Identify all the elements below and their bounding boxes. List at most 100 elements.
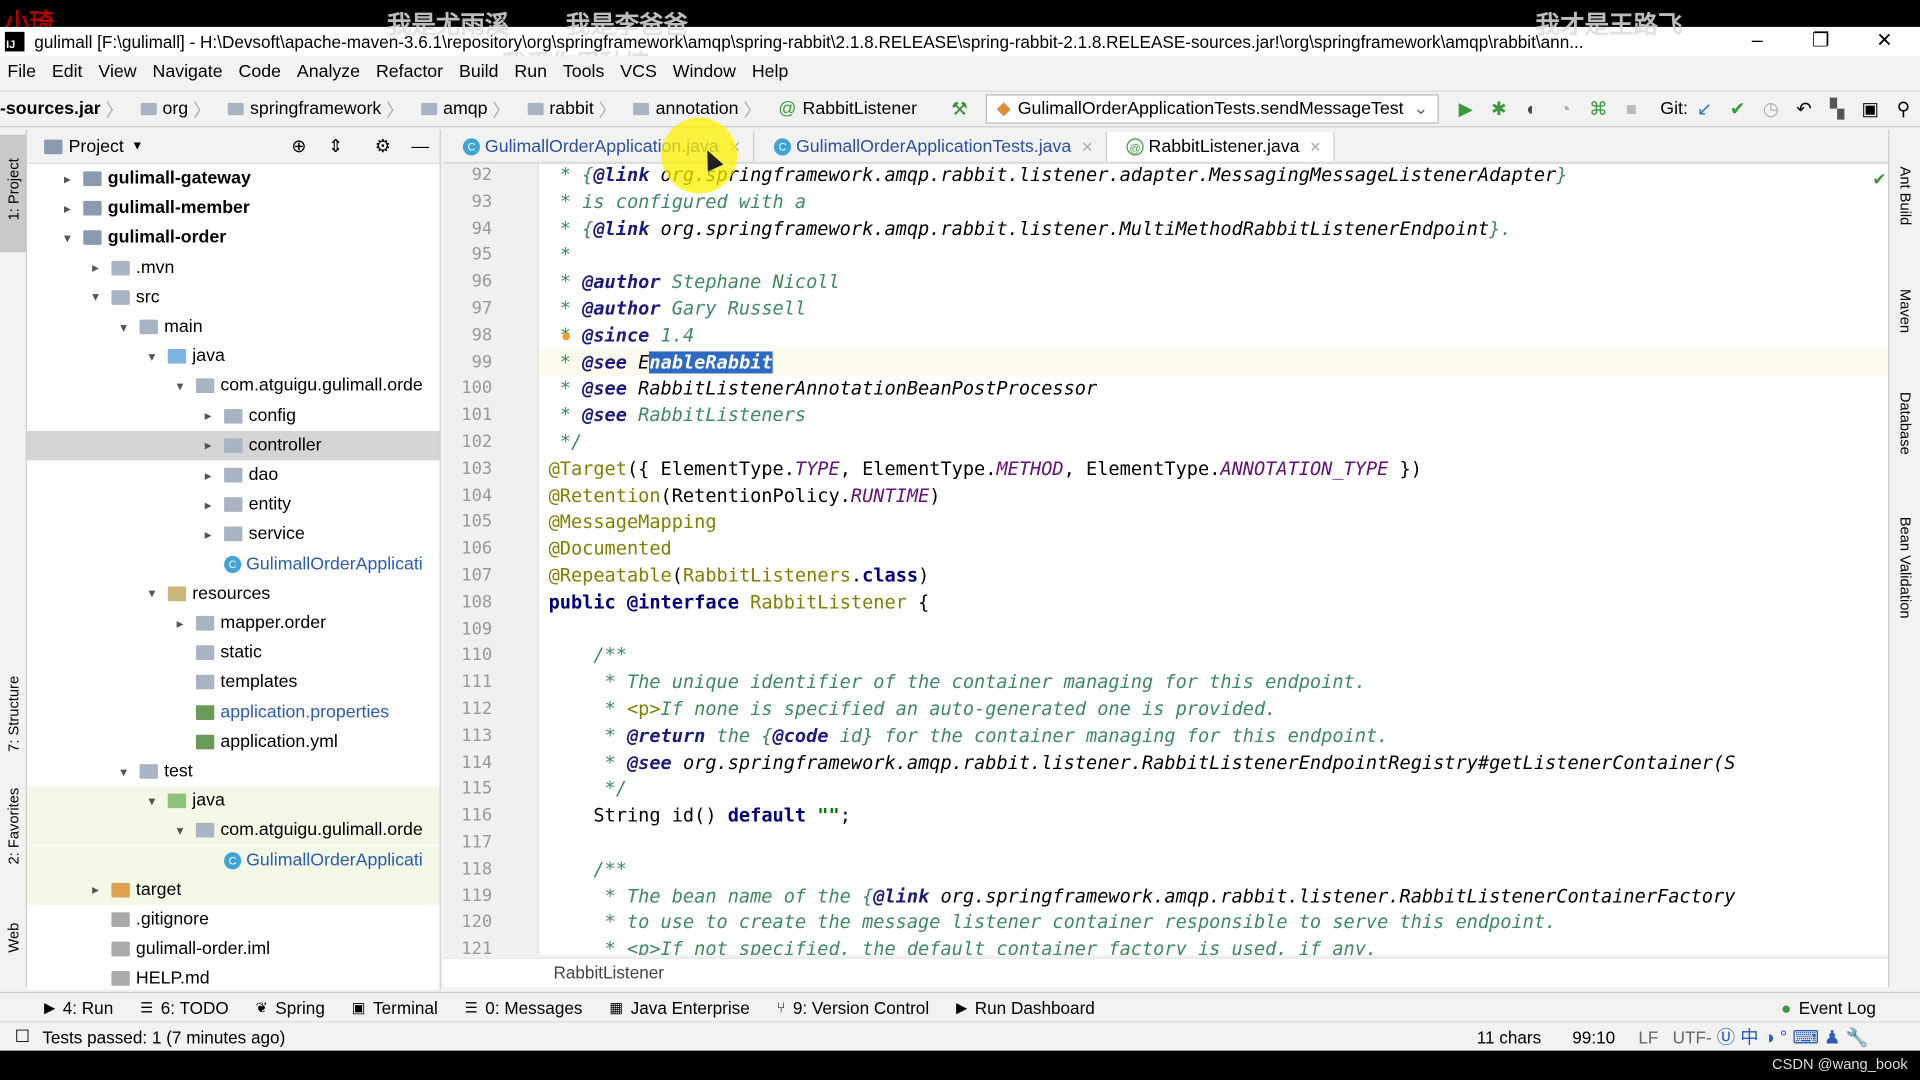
close-button[interactable]: ✕ [1854, 27, 1915, 56]
tree-item[interactable]: ▸ dao [27, 460, 440, 489]
build-hammer-icon[interactable]: ⚒ [949, 98, 970, 120]
expand-arrow-icon[interactable]: ▸ [59, 200, 76, 217]
hide-icon[interactable]: — [411, 137, 429, 157]
tool-maven[interactable]: Maven [1897, 289, 1914, 333]
restore-button[interactable]: ❐ [1790, 27, 1851, 56]
expand-arrow-icon[interactable]: ▸ [200, 408, 217, 424]
profile-icon[interactable]: ◔ [1555, 99, 1576, 120]
menu-help[interactable]: Help [752, 62, 789, 82]
expand-arrow-icon[interactable]: ▾ [115, 319, 132, 335]
tree-item[interactable]: ▸ service [27, 520, 440, 549]
tool-structure[interactable]: 7: Structure [5, 676, 22, 752]
stop-icon[interactable]: ■ [1621, 99, 1642, 120]
tree-item[interactable]: ▾ com.atguigu.gulimall.orde [26, 815, 440, 846]
tree-item[interactable]: ▸ gulimall-gateway [27, 164, 440, 193]
tree-item[interactable]: ▾ src [27, 283, 440, 312]
menu-run[interactable]: Run [514, 62, 547, 82]
window-icon[interactable]: ▣ [1860, 98, 1881, 120]
tree-item[interactable]: application.properties [27, 697, 440, 726]
expand-arrow-icon[interactable]: ▾ [59, 230, 76, 246]
tree-item[interactable]: gulimall-order.iml [27, 935, 440, 964]
expand-arrow-icon[interactable]: ▾ [87, 289, 104, 306]
gear-icon[interactable]: ⚙ [375, 137, 391, 157]
event-log-button[interactable]: ● Event Log [1781, 997, 1876, 1017]
tree-item[interactable]: ▸ gulimall-member [27, 194, 440, 223]
intention-bulb-icon[interactable]: ● [561, 322, 571, 349]
menu-view[interactable]: View [98, 62, 136, 82]
tool-run-dashboard[interactable]: ▶ Run Dashboard [956, 997, 1095, 1017]
tree-item[interactable]: ▾ com.atguigu.gulimall.orde [27, 371, 440, 400]
close-tab-icon[interactable]: ✕ [1309, 138, 1321, 155]
code-editor[interactable]: 92 * {@link org.springframework.amqp.rab… [443, 164, 1889, 956]
expand-arrow-icon[interactable]: ▾ [115, 763, 132, 780]
menu-code[interactable]: Code [239, 62, 281, 82]
git-update-icon[interactable]: ↙ [1694, 98, 1715, 120]
expand-arrow-icon[interactable]: ▸ [200, 497, 217, 513]
project-structure-icon[interactable]: ▚ [1827, 98, 1848, 120]
breadcrumb-item[interactable]: @ RabbitListener [769, 99, 917, 119]
expand-arrow-icon[interactable]: ▸ [200, 526, 217, 543]
tool-favorites[interactable]: 2: Favorites [5, 788, 22, 865]
expand-arrow-icon[interactable]: ▾ [143, 793, 160, 809]
line-separator[interactable]: LF [1638, 1027, 1658, 1047]
tool-java-enterprise[interactable]: ▦ Java Enterprise [609, 997, 749, 1017]
breadcrumb-item[interactable]: org 〉 [131, 96, 211, 122]
tree-item[interactable]: ▸ mapper.order [27, 609, 440, 638]
tree-item[interactable]: ▾ main [27, 312, 440, 341]
tree-item[interactable]: application.yml [27, 727, 440, 756]
expand-arrow-icon[interactable]: ▸ [59, 171, 76, 187]
tool-ant-build[interactable]: Ant Build [1897, 167, 1914, 226]
tree-item[interactable]: ▸ controller [26, 430, 440, 461]
tree-item[interactable]: HELP.md [27, 964, 440, 989]
coverage-icon[interactable]: ◐ [1522, 99, 1543, 120]
expand-arrow-icon[interactable]: ▸ [200, 438, 217, 454]
expand-arrow-icon[interactable]: ▸ [200, 467, 217, 483]
git-rollback-icon[interactable]: ↶ [1793, 98, 1814, 120]
tree-item[interactable]: ▸ .mvn [27, 253, 440, 282]
collapse-all-icon[interactable]: ⇕ [328, 137, 343, 157]
project-view-select[interactable]: Project [69, 137, 124, 157]
debug-icon[interactable]: ✱ [1488, 98, 1509, 120]
tree-item[interactable]: static [27, 638, 440, 667]
breadcrumb-item[interactable]: -sources.jar 〉 [0, 96, 123, 122]
tool-9-version-control[interactable]: ⑂ 9: Version Control [777, 997, 929, 1017]
expand-arrow-icon[interactable]: ▾ [143, 349, 160, 365]
tree-item[interactable]: ▾ test [27, 757, 440, 786]
search-icon[interactable]: ⚲ [1893, 98, 1914, 120]
tool-database[interactable]: Database [1897, 392, 1914, 455]
breadcrumb-item[interactable]: amqp 〉 [411, 96, 510, 122]
expand-arrow-icon[interactable]: ▾ [171, 823, 188, 839]
editor-breadcrumb[interactable]: RabbitListener [443, 957, 1889, 987]
git-commit-icon[interactable]: ✔ [1727, 98, 1748, 120]
tab-gulimallorderapplicationtests-java[interactable]: C GulimallOrderApplicationTests.java ✕ [754, 132, 1107, 162]
tree-item[interactable]: ▾ java [26, 786, 440, 816]
tree-item[interactable]: templates [27, 668, 440, 697]
tool-spring[interactable]: ❦ Spring [256, 997, 325, 1017]
tree-item[interactable]: .gitignore [27, 905, 440, 934]
status-toggle-icon[interactable]: ☐ [15, 1026, 30, 1047]
breadcrumb-item[interactable]: rabbit 〉 [518, 96, 616, 122]
breadcrumb-item[interactable]: springframework 〉 [218, 96, 404, 122]
menu-edit[interactable]: Edit [52, 62, 83, 82]
tree-item[interactable]: ▾ java [27, 342, 440, 371]
file-encoding[interactable]: UTF- [1673, 1027, 1712, 1047]
expand-arrow-icon[interactable]: ▾ [143, 586, 160, 602]
expand-arrow-icon[interactable]: ▸ [171, 615, 188, 632]
locate-icon[interactable]: ⊕ [291, 137, 306, 157]
git-history-icon[interactable]: ◷ [1760, 98, 1781, 120]
menu-refactor[interactable]: Refactor [376, 62, 443, 82]
tool-terminal[interactable]: ▣ Terminal [352, 997, 438, 1017]
attach-debugger-icon[interactable]: ⌘ [1588, 98, 1609, 120]
menu-navigate[interactable]: Navigate [153, 62, 223, 82]
tree-item[interactable]: ▾ resources [27, 579, 440, 608]
tree-item[interactable]: ▾ gulimall-order [27, 223, 440, 252]
menu-window[interactable]: Window [673, 62, 736, 82]
tree-item[interactable]: C GulimallOrderApplicati [27, 549, 440, 578]
tree-item[interactable]: ▸ entity [27, 490, 440, 519]
menu-tools[interactable]: Tools [563, 62, 604, 82]
tool-bean-validation[interactable]: Bean Validation [1897, 517, 1914, 619]
close-tab-icon[interactable]: ✕ [1081, 138, 1093, 155]
minimize-button[interactable]: – [1727, 27, 1788, 56]
tree-item[interactable]: ▸ target [26, 875, 440, 905]
tool-6-todo[interactable]: ☰ 6: TODO [140, 997, 229, 1017]
